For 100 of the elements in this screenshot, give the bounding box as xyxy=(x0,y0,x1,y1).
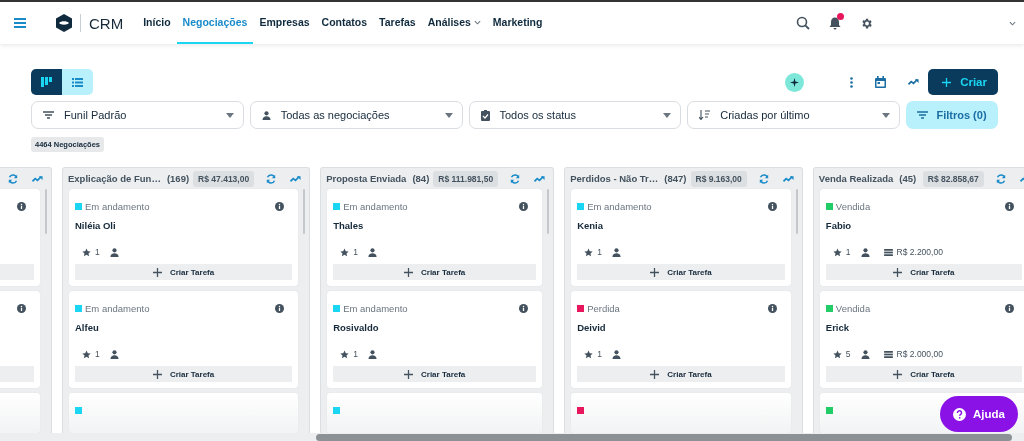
deal-status: Em andamento xyxy=(343,302,409,314)
trend-icon[interactable] xyxy=(32,174,43,183)
help-button[interactable]: Ajuda xyxy=(940,396,1018,432)
deal-card[interactable]: Perdida Deivid 1 Criar Tarefa xyxy=(571,291,791,388)
info-icon[interactable] xyxy=(1004,201,1014,211)
nav-link[interactable]: Tarefas xyxy=(373,2,422,44)
create-task-button[interactable]: Criar Tarefa xyxy=(75,264,293,280)
info-icon[interactable] xyxy=(767,303,777,313)
deal-value: R$ 2.200,00 xyxy=(896,247,943,257)
deal-card[interactable]: Em andamento Thales 1 Criar Tarefa xyxy=(327,189,543,286)
info-icon[interactable] xyxy=(767,201,777,211)
create-task-button[interactable]: Criar Tarefa xyxy=(333,366,537,382)
refresh-icon[interactable] xyxy=(510,173,521,184)
column-count: (45) xyxy=(899,173,917,184)
funnel-dropdown[interactable]: Funil Padrão xyxy=(31,101,244,129)
settings-icon[interactable] xyxy=(860,16,873,30)
nav-link[interactable]: Negociações xyxy=(176,2,254,44)
column-title: Venda Realizada xyxy=(818,173,894,184)
refresh-icon[interactable] xyxy=(758,173,769,184)
info-icon[interactable] xyxy=(17,201,26,211)
deal-name: Niléia Oli xyxy=(75,220,117,232)
caret-icon xyxy=(444,112,453,118)
help-icon xyxy=(953,407,966,421)
create-task-button[interactable]: Criar Tarefa xyxy=(333,264,537,280)
create-task-button[interactable]: Criar Tarefa xyxy=(75,366,293,382)
list-view-button[interactable] xyxy=(62,69,93,95)
person-dropdown[interactable]: Todas as negociações xyxy=(249,101,463,129)
menu-icon[interactable] xyxy=(14,18,26,28)
deal-card[interactable]: Em andamento Alfeu 1 Criar Tarefa xyxy=(69,291,299,388)
column-total: R$ 111.981,50 xyxy=(433,170,499,187)
score-text: 1 xyxy=(95,247,100,257)
score-text: 1 xyxy=(597,349,602,359)
search-icon[interactable] xyxy=(796,16,810,30)
create-task-button[interactable]: Criar Tarefa xyxy=(825,366,1022,382)
create-task-button[interactable]: Criar Tarefa xyxy=(577,366,785,382)
info-icon[interactable] xyxy=(519,201,529,211)
star-icon xyxy=(584,247,594,257)
nav-link[interactable]: Empresas xyxy=(253,2,316,44)
calendar-icon[interactable] xyxy=(875,76,887,88)
score-text: 1 xyxy=(597,247,602,257)
caret-icon xyxy=(663,112,672,118)
trend-icon[interactable] xyxy=(534,174,546,183)
deal-card[interactable]: Em andamento Niléia Oli 1 Criar Tarefa xyxy=(69,189,299,286)
column-title: Perdidos - Não Tr… xyxy=(570,173,659,184)
refresh-icon[interactable] xyxy=(266,173,277,184)
plus-icon xyxy=(152,267,162,277)
plus-icon xyxy=(404,267,413,277)
status-dropdown[interactable]: Todos os status xyxy=(468,101,682,129)
plus-icon xyxy=(650,267,660,277)
deal-status: Em andamento xyxy=(85,302,151,314)
score-text: 1 xyxy=(845,247,851,257)
deal-name: Kenia xyxy=(577,220,605,232)
nav-link[interactable]: Análises xyxy=(421,2,487,44)
money-icon xyxy=(883,350,893,358)
plus-icon xyxy=(893,369,903,379)
plus-icon xyxy=(152,369,162,379)
sparkle-button[interactable] xyxy=(785,72,805,92)
deal-name: Alfeu xyxy=(75,322,100,334)
deal-card[interactable]: Em andamento Rosivaldo 1 Criar Tarefa xyxy=(327,291,543,388)
filters-button[interactable]: Filtros (0) xyxy=(906,101,998,129)
caret-icon xyxy=(882,112,890,118)
refresh-icon[interactable] xyxy=(8,173,18,184)
logo-icon xyxy=(56,14,72,32)
plus-icon xyxy=(404,369,413,379)
nav-link[interactable]: Marketing xyxy=(486,2,549,44)
deal-name: Erick xyxy=(825,322,851,334)
info-icon[interactable] xyxy=(1004,303,1014,313)
refresh-icon[interactable] xyxy=(995,173,1006,184)
column-count: (84) xyxy=(412,173,430,184)
score-text: 1 xyxy=(353,247,358,257)
sort-dropdown[interactable]: Criadas por último xyxy=(687,101,900,129)
create-task-button[interactable]: Criar Tarefa xyxy=(577,264,785,280)
sort-icon xyxy=(699,110,711,120)
column-title: Proposta Enviada xyxy=(326,173,407,184)
trend-icon[interactable] xyxy=(908,78,920,86)
nav-link[interactable]: Contatos xyxy=(315,2,374,44)
board-view-button[interactable] xyxy=(31,69,62,95)
deal-status: Vendida xyxy=(835,200,872,212)
chevron-down-icon[interactable] xyxy=(1009,20,1016,26)
more-options-icon[interactable] xyxy=(850,76,854,88)
chevron-down-icon[interactable] xyxy=(473,19,481,25)
notification-bell-icon[interactable] xyxy=(829,16,841,30)
info-icon[interactable] xyxy=(275,201,285,211)
star-icon xyxy=(82,247,91,257)
create-task-button[interactable]: Criar Tarefa xyxy=(825,264,1022,280)
deal-status: Perdida xyxy=(587,302,621,314)
money-icon xyxy=(883,248,893,256)
horizontal-scrollbar[interactable] xyxy=(0,433,1024,441)
deal-card[interactable]: Vendida Fabio 1 R$ 2.200,00 Criar Tarefa xyxy=(819,189,1024,286)
info-icon[interactable] xyxy=(275,303,285,313)
info-icon[interactable] xyxy=(519,303,529,313)
star-icon xyxy=(832,349,842,359)
trend-icon[interactable] xyxy=(290,174,302,183)
nav-link[interactable]: Início xyxy=(137,2,177,44)
deal-card[interactable]: Vendida Erick 5 R$ 2.000,00 Criar Tarefa xyxy=(819,291,1024,388)
deal-card[interactable]: Em andamento Kenia 1 Criar Tarefa xyxy=(571,189,791,286)
trend-icon[interactable] xyxy=(782,174,794,183)
column-total: R$ 9.163,00 xyxy=(690,170,747,187)
info-icon[interactable] xyxy=(17,303,26,313)
create-button[interactable]: Criar xyxy=(928,69,998,95)
